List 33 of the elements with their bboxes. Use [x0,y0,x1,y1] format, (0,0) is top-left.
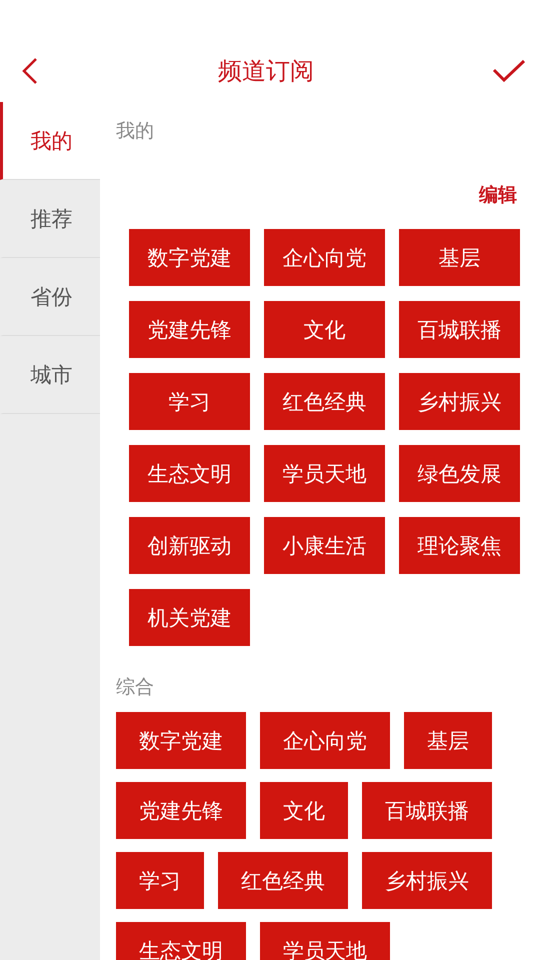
channel-tag[interactable]: 数字党建 [116,712,246,769]
channel-tag[interactable]: 小康生活 [264,517,385,574]
channel-tag[interactable]: 理论聚焦 [399,517,520,574]
channel-tag[interactable]: 数字党建 [129,229,250,286]
channel-tag[interactable]: 乡村振兴 [362,852,492,909]
edit-link[interactable]: 编辑 [479,182,517,208]
channel-tag[interactable]: 党建先锋 [116,782,246,839]
channel-tag[interactable]: 百城联播 [399,301,520,358]
channel-tag[interactable]: 生态文明 [116,922,246,960]
channel-tag[interactable]: 党建先锋 [129,301,250,358]
channel-tag[interactable]: 创新驱动 [129,517,250,574]
channel-tag[interactable]: 基层 [399,229,520,286]
check-icon[interactable] [492,58,526,84]
channel-tag[interactable]: 企心向党 [264,229,385,286]
back-icon[interactable] [20,57,40,85]
section-title: 我的 [116,119,155,144]
channel-tag[interactable]: 乡村振兴 [399,373,520,430]
channel-tag[interactable]: 红色经典 [218,852,348,909]
channel-tag[interactable]: 企心向党 [260,712,390,769]
channel-tag[interactable]: 学员天地 [264,445,385,502]
channel-tag[interactable]: 生态文明 [129,445,250,502]
channel-tag[interactable]: 学习 [129,373,250,430]
channel-tag[interactable]: 基层 [404,712,492,769]
channel-tag[interactable]: 文化 [260,782,348,839]
channel-tag[interactable]: 机关党建 [129,589,250,646]
channel-tag[interactable]: 文化 [264,301,385,358]
channel-tag[interactable]: 百城联播 [362,782,492,839]
section-title: 综合 [116,675,155,700]
page-title: 频道订阅 [218,56,314,87]
channel-tag[interactable]: 学习 [116,852,204,909]
channel-tag[interactable]: 红色经典 [264,373,385,430]
channel-tag[interactable]: 绿色发展 [399,445,520,502]
sidebar-tab[interactable]: 我的 [0,102,100,180]
